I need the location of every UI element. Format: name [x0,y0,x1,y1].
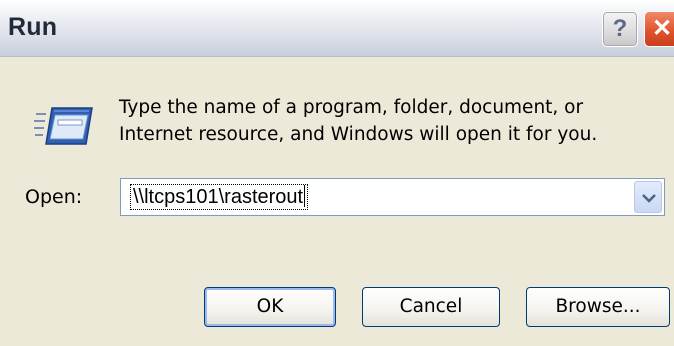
open-label: Open: [25,186,83,208]
description-line-2: Internet resource, and Windows will open… [119,124,598,145]
dropdown-button[interactable] [634,181,662,213]
open-input-value[interactable]: \\ltcps101\rasterout [129,184,309,210]
open-combobox[interactable]: \\ltcps101\rasterout [120,178,665,216]
browse-button[interactable]: Browse... [526,287,670,327]
dialog-description: Type the name of a program, folder, docu… [119,94,659,148]
ok-button[interactable]: OK [204,287,336,327]
cancel-button[interactable]: Cancel [362,287,500,327]
run-dialog: Run ? ✕ Type the name of a program, fold… [0,0,674,346]
help-button[interactable]: ? [602,11,638,47]
text-caret [304,185,306,207]
window-title: Run [8,13,58,41]
title-bar[interactable]: Run ? ✕ [0,0,674,57]
chevron-down-icon [642,194,656,203]
close-button[interactable]: ✕ [644,11,674,47]
open-input-text: \\ltcps101\rasterout [133,186,304,208]
description-line-1: Type the name of a program, folder, docu… [119,97,584,118]
run-program-icon [34,104,94,148]
